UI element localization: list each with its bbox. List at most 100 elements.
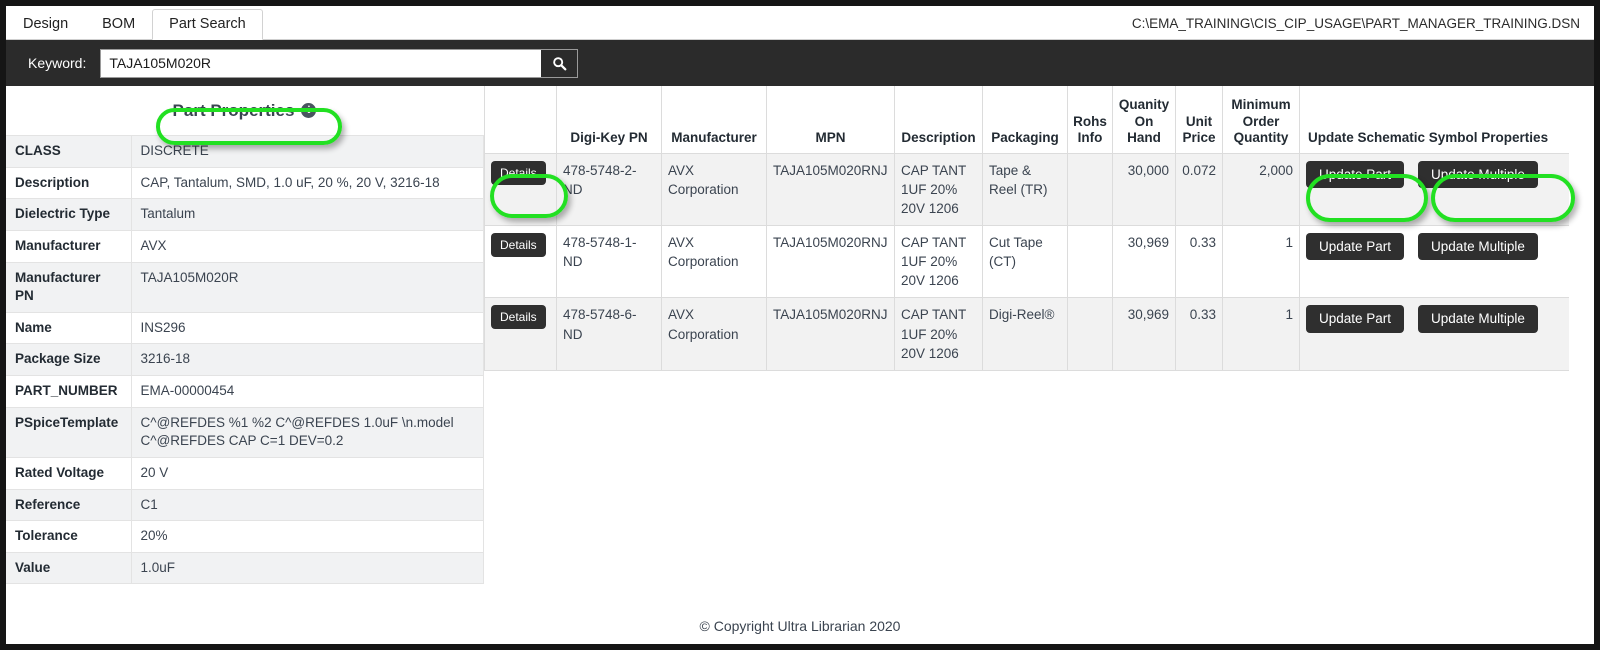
property-row: Manufacturer PN TAJA105M020R [6, 261, 484, 313]
col-quantity-on-hand: Quanity On Hand [1112, 86, 1176, 154]
cell-unit-price: 0.33 [1175, 297, 1223, 371]
property-row: PSpiceTemplate C^@REFDES %1 %2 C^@REFDES … [6, 406, 484, 458]
cell-mpn: TAJA105M020RNJ [766, 297, 895, 371]
property-key: PSpiceTemplate [6, 406, 132, 458]
update-multiple-button[interactable]: Update Multiple [1418, 232, 1538, 261]
col-update-schematic-symbol-properties: Update Schematic Symbol Properties [1299, 86, 1569, 154]
cell-unit-price: 0.33 [1175, 224, 1223, 299]
update-part-button[interactable]: Update Part [1306, 305, 1405, 333]
col-unit-price: Unit Price [1175, 86, 1223, 154]
property-key: Dielectric Type [6, 198, 132, 231]
property-value: C^@REFDES %1 %2 C^@REFDES 1.0uF \n.model… [130, 406, 484, 458]
search-icon [553, 56, 567, 70]
property-row: PART_NUMBER EMA-00000454 [6, 375, 484, 408]
property-row: Tolerance 20% [6, 520, 484, 553]
tab-bom[interactable]: BOM [85, 9, 152, 40]
part-properties-panel: Part Properties i CLASS DISCRETE Descripti… [6, 86, 484, 585]
results-header-row: Digi-Key PN Manufacturer MPN Description… [484, 86, 1569, 154]
property-value: 20 V [130, 456, 484, 490]
property-key: Description [6, 166, 132, 200]
property-value: TAJA105M020R [130, 261, 484, 313]
tab-part-search[interactable]: Part Search [152, 8, 263, 40]
part-properties-header: Part Properties i [6, 86, 483, 135]
property-key: Value [6, 551, 132, 585]
property-key: Rated Voltage [6, 456, 132, 490]
property-row: Rated Voltage 20 V [6, 456, 484, 490]
update-part-button[interactable]: Update Part [1306, 232, 1405, 261]
property-value: EMA-00000454 [130, 375, 484, 408]
property-row: Manufacturer AVX [6, 229, 484, 263]
property-row: Package Size 3216-18 [6, 343, 484, 376]
cell-manufacturer: AVX Corporation [661, 297, 767, 371]
property-value: C1 [130, 488, 484, 522]
property-row: Name INS296 [6, 311, 484, 345]
cell-packaging: Digi-Reel® [982, 297, 1068, 371]
property-value: 3216-18 [130, 343, 484, 376]
update-buttons-cell: Update Part Update Multiple [1299, 297, 1569, 371]
cell-mpn: TAJA105M020RNJ [766, 224, 895, 299]
keyword-search-bar: Keyword: [6, 40, 1594, 86]
update-buttons-cell: Update Part Update Multiple [1299, 224, 1569, 299]
part-properties-title-group: Part Properties i [173, 101, 317, 121]
cell-rohs-info [1067, 297, 1113, 371]
property-key: Tolerance [6, 520, 132, 553]
property-key: Name [6, 311, 132, 345]
search-results-panel: Digi-Key PN Manufacturer MPN Description… [484, 86, 1594, 371]
update-multiple-button[interactable]: Update Multiple [1418, 160, 1538, 188]
col-details [484, 86, 557, 154]
details-button[interactable]: Details [491, 160, 546, 185]
property-row: Dielectric Type Tantalum [6, 198, 484, 231]
details-cell: Details [484, 152, 557, 226]
property-key: Manufacturer [6, 229, 132, 263]
property-row: CLASS DISCRETE [6, 135, 484, 168]
cell-quantity-on-hand: 30,969 [1112, 297, 1176, 371]
property-key: CLASS [6, 135, 132, 168]
part-properties-table: CLASS DISCRETE Description CAP, Tantalum, S… [6, 135, 484, 585]
property-row: Description CAP, Tantalum, SMD, 1.0 uF, 2… [6, 166, 484, 200]
details-cell: Details [484, 224, 557, 299]
tab-bar: Design BOM Part Search C:\EMA_TRAINING\C… [6, 6, 1594, 40]
cell-manufacturer: AVX Corporation [661, 224, 767, 299]
cell-quantity-on-hand: 30,969 [1112, 224, 1176, 299]
property-value: 20% [130, 520, 484, 553]
col-packaging: Packaging [982, 86, 1068, 154]
property-value: DISCRETE [130, 135, 484, 168]
property-key: Reference [6, 488, 132, 522]
property-key: PART_NUMBER [6, 375, 132, 408]
cell-digikey-pn: 478-5748-6-ND [556, 297, 662, 371]
keyword-label: Keyword: [28, 55, 87, 71]
details-button[interactable]: Details [491, 305, 546, 330]
cell-minimum-order-quantity: 1 [1222, 224, 1300, 299]
update-multiple-button[interactable]: Update Multiple [1418, 305, 1538, 333]
col-mpn: MPN [766, 86, 895, 154]
property-value: CAP, Tantalum, SMD, 1.0 uF, 20 %, 20 V, … [130, 166, 484, 200]
cell-rohs-info [1067, 152, 1113, 226]
application-window: Design BOM Part Search C:\EMA_TRAINING\C… [0, 0, 1600, 650]
property-key: Package Size [6, 343, 132, 376]
property-row: Reference C1 [6, 488, 484, 522]
search-button[interactable] [541, 49, 578, 77]
cell-minimum-order-quantity: 2,000 [1222, 152, 1300, 226]
results-scroll-viewport: Digi-Key PN Manufacturer MPN Description… [484, 86, 1569, 371]
property-value: Tantalum [130, 198, 484, 231]
property-row: Value 1.0uF [6, 551, 484, 585]
table-row: Details 478-5748-2-ND AVX Corporation TAJA1… [484, 152, 1569, 226]
cell-rohs-info [1067, 224, 1113, 299]
cell-digikey-pn: 478-5748-2-ND [556, 152, 662, 226]
col-digikey-pn: Digi-Key PN [556, 86, 662, 154]
update-buttons-cell: Update Part Update Multiple [1299, 152, 1569, 226]
info-icon[interactable]: i [301, 103, 317, 118]
property-value: 1.0uF [130, 551, 484, 585]
col-minimum-order-quantity: Minimum Order Quantity [1222, 86, 1300, 154]
col-rohs-info: Rohs Info [1067, 86, 1113, 154]
tab-design[interactable]: Design [6, 9, 85, 40]
cell-description: CAP TANT 1UF 20% 20V 1206 [894, 224, 983, 299]
update-part-button[interactable]: Update Part [1306, 160, 1405, 188]
search-results-table: Digi-Key PN Manufacturer MPN Description… [484, 86, 1569, 371]
details-button[interactable]: Details [491, 232, 546, 257]
cell-unit-price: 0.072 [1175, 152, 1223, 226]
design-file-path: C:\EMA_TRAINING\CIS_CIP_USAGE\PART_MANAG… [1131, 16, 1580, 31]
property-value: AVX [130, 229, 484, 263]
search-input[interactable] [101, 49, 542, 77]
details-cell: Details [484, 297, 557, 371]
